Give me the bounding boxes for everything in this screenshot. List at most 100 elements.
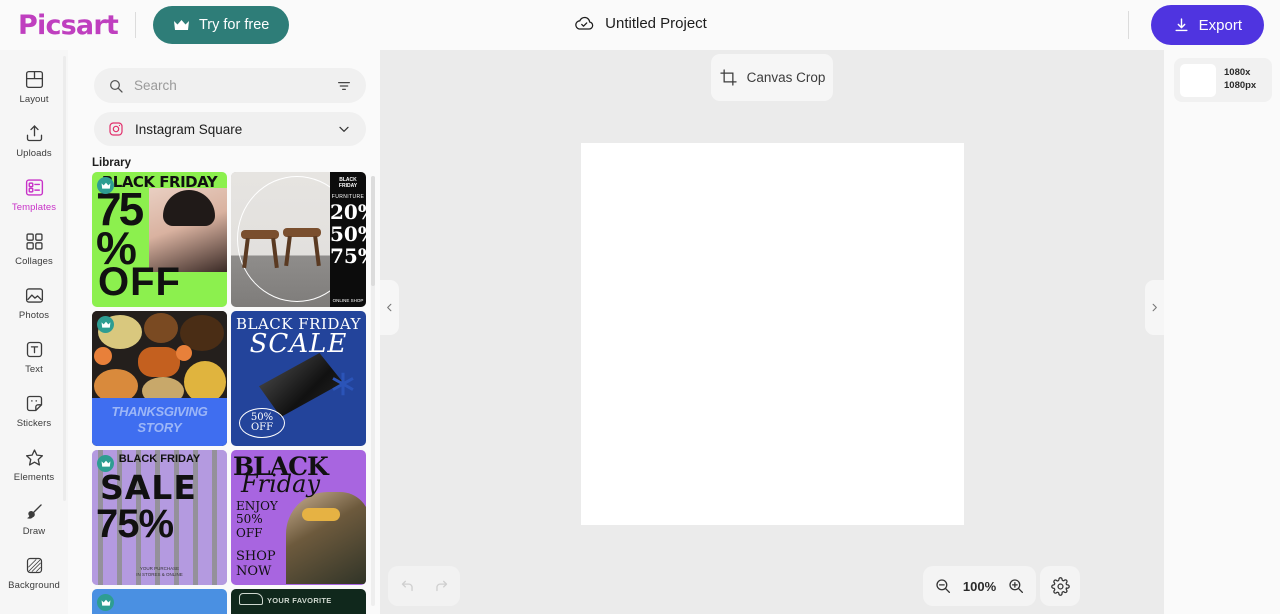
template-band: THANKSGIVING STORY (92, 398, 227, 446)
template-card[interactable]: BLACK FRIDAY SCALE 50% OFF (231, 311, 366, 446)
gear-icon (1050, 576, 1070, 596)
template-card[interactable] (92, 589, 227, 614)
sidebar-item-stickers[interactable]: Stickers (0, 384, 68, 438)
sidebar-item-background[interactable]: Background (0, 546, 68, 600)
redo-icon[interactable] (433, 577, 452, 596)
app-header: Picsart Try for free Untitled Project Ex… (0, 0, 1280, 50)
sidebar-item-draw[interactable]: Draw (0, 492, 68, 546)
template-sidebar: BLACK FRIDAY FURNITURE 20% 50% 75% ONLIN… (330, 172, 366, 307)
zoom-out-icon[interactable] (934, 577, 952, 595)
canvas-crop-label: Canvas Crop (746, 70, 826, 85)
template-line1: YOUR FAVORITE (267, 596, 332, 605)
template-card[interactable]: BLACK Friday ENJOY 50% OFF SHOP NOW (231, 450, 366, 585)
template-art: THANKSGIVING STORY (92, 311, 227, 446)
photos-icon (24, 285, 45, 306)
picsart-editor: Picsart Try for free Untitled Project Ex… (0, 0, 1280, 614)
layer-thumbnail (1180, 63, 1216, 97)
collapse-left-panel-button[interactable] (380, 280, 399, 335)
header-divider (134, 12, 136, 38)
search-bar[interactable] (94, 68, 366, 103)
design-canvas[interactable] (581, 143, 964, 525)
zoom-in-icon[interactable] (1007, 577, 1025, 595)
template-line2: STORY (137, 420, 182, 435)
premium-crown-badge (97, 177, 114, 194)
template-card[interactable]: BLACK FRIDAY 75% OFF (92, 172, 227, 307)
template-card[interactable]: YOUR FAVORITE (231, 589, 366, 614)
logo-area: Picsart Try for free (0, 6, 290, 44)
sidebar-item-text[interactable]: Text (0, 330, 68, 384)
library-label: Library (92, 157, 131, 169)
templates-panel: Instagram Square Library BLACK FRIDAY 75… (68, 50, 380, 614)
sidebar-item-uploads[interactable]: Uploads (0, 114, 68, 168)
sidebar-item-label: Draw (22, 526, 46, 537)
template-line2: 75% (96, 502, 174, 546)
template-line3: OFF (98, 260, 181, 304)
filter-icon[interactable] (336, 78, 352, 94)
template-title: BLACK FRIDAY (338, 177, 358, 189)
chevron-down-icon (336, 121, 352, 137)
canvas-stage[interactable]: Canvas Crop 100% (380, 50, 1164, 614)
zoom-controls: 100% (923, 566, 1036, 606)
search-input[interactable] (134, 78, 326, 93)
sidebar-item-elements[interactable]: Elements (0, 438, 68, 492)
picsart-logo[interactable]: Picsart (18, 10, 119, 41)
templates-grid: BLACK FRIDAY 75% OFF BLACK FRIDAY FURNIT… (92, 172, 370, 614)
crown-icon (173, 19, 190, 32)
project-title[interactable]: Untitled Project (605, 15, 707, 32)
sidebar-item-layout[interactable]: Layout (0, 60, 68, 114)
template-discount: 20% (330, 200, 366, 224)
premium-crown-badge (97, 455, 114, 472)
template-line2: Friday (241, 470, 321, 498)
template-offer: ENJOY 50% OFF (236, 499, 278, 540)
brush-icon (24, 501, 45, 522)
sidebar-item-label: Stickers (16, 418, 52, 429)
sidebar-item-label: Elements (13, 472, 55, 483)
template-card[interactable]: BLACK FRIDAY FURNITURE 20% 50% 75% ONLIN… (231, 172, 366, 307)
upload-icon (24, 123, 45, 144)
template-card[interactable]: THANKSGIVING STORY (92, 311, 227, 446)
background-icon (24, 555, 45, 576)
panel-scrollbar-thumb[interactable] (371, 176, 375, 286)
sidebar-scrollbar[interactable] (63, 56, 66, 501)
sidebar-item-templates[interactable]: Templates (0, 168, 68, 222)
template-card[interactable]: BLACK FRIDAY SALE 75% YOUR PURCHASE IN ST… (92, 450, 227, 585)
template-footer: ONLINE SHOP (332, 298, 364, 303)
sofa-icon (239, 593, 263, 605)
canvas-size-select[interactable]: Instagram Square (94, 112, 366, 146)
export-button[interactable]: Export (1150, 5, 1264, 45)
sidebar-item-label: Collages (15, 256, 53, 267)
sidebar-item-more[interactable] (0, 600, 68, 614)
sidebar-item-label: Layout (19, 94, 49, 105)
project-title-area[interactable]: Untitled Project (573, 12, 707, 34)
template-art: BLACK FRIDAY SCALE 50% OFF (231, 311, 366, 446)
undo-icon[interactable] (397, 577, 416, 596)
try-for-free-label: Try for free (198, 17, 270, 33)
header-right-actions: Export (1127, 0, 1264, 50)
stickers-icon (24, 393, 45, 414)
collages-icon (24, 231, 45, 252)
sidebar-item-collages[interactable]: Collages (0, 222, 68, 276)
premium-crown-badge (97, 594, 114, 611)
template-fineprint: YOUR PURCHASE IN STORES & ONLINE (136, 565, 183, 578)
asterisk-icon (328, 369, 358, 399)
sidebar-item-label: Uploads (16, 148, 52, 159)
crop-icon (719, 68, 738, 87)
template-art: BLACK FRIDAY SALE 75% YOUR PURCHASE IN ST… (92, 450, 227, 585)
canvas-crop-button[interactable]: Canvas Crop (711, 54, 833, 101)
premium-crown-badge (97, 316, 114, 333)
text-icon (24, 339, 45, 360)
collapse-right-panel-button[interactable] (1145, 280, 1164, 335)
settings-button[interactable] (1040, 566, 1080, 606)
layer-size-label: 1080x 1080px (1224, 67, 1257, 91)
download-icon (1173, 17, 1190, 34)
template-art: BLACK FRIDAY 75% OFF (92, 172, 227, 307)
template-discount: 75% (330, 244, 366, 268)
sidebar-item-photos[interactable]: Photos (0, 276, 68, 330)
chevron-left-icon (384, 302, 395, 313)
layer-item[interactable]: 1080x 1080px (1174, 58, 1272, 102)
template-line1: 75% (96, 183, 144, 275)
try-for-free-button[interactable]: Try for free (152, 6, 290, 44)
template-line2: SCALE (249, 329, 348, 359)
header-divider-2 (1127, 11, 1129, 39)
zoom-level-value: 100% (962, 578, 997, 594)
